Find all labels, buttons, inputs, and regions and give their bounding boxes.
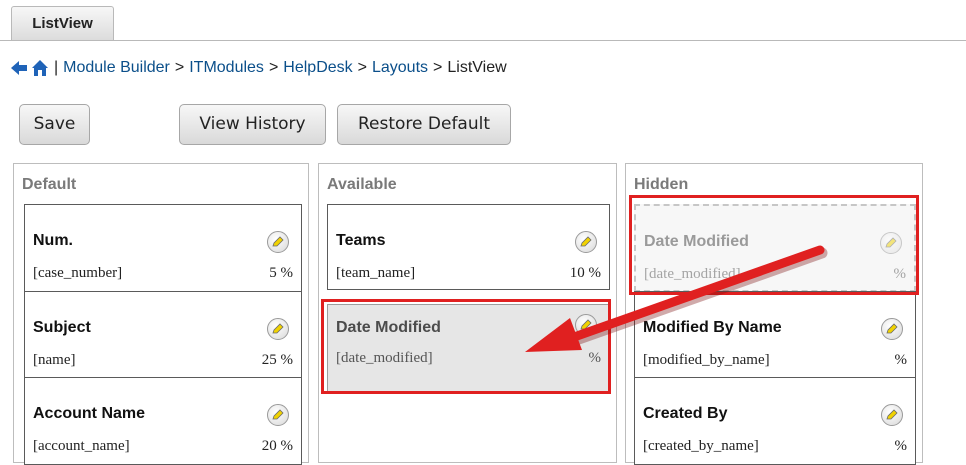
- red-arrow-annotation: [525, 245, 828, 352]
